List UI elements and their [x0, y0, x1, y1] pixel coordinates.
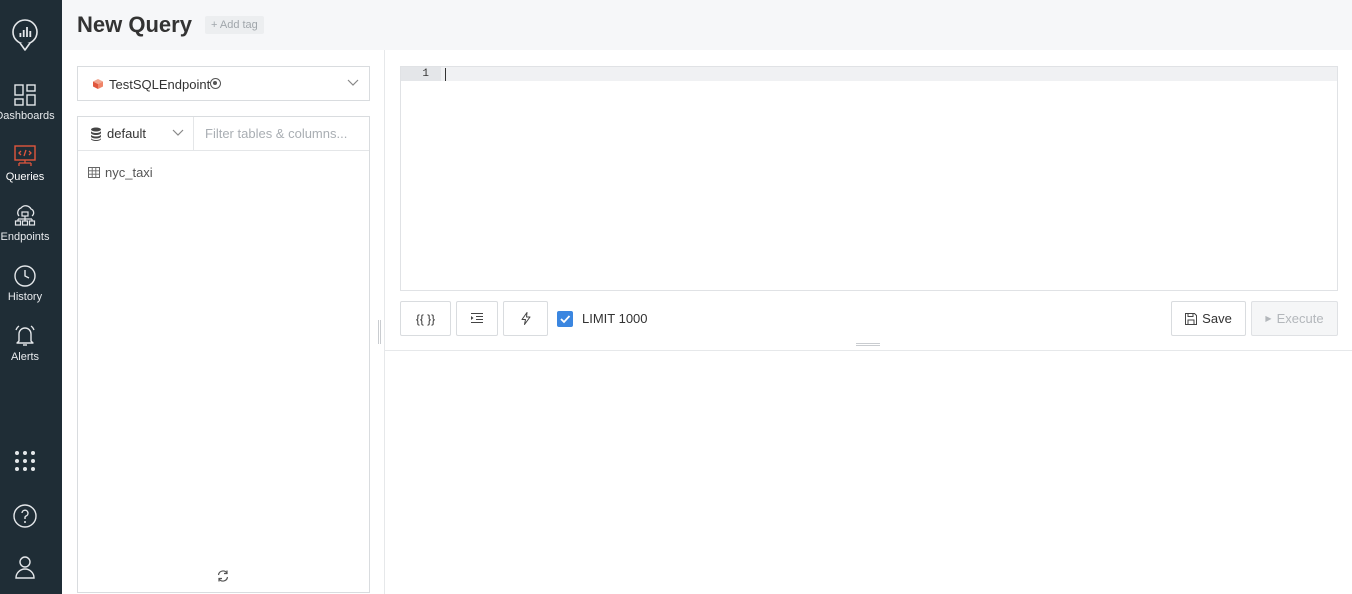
add-parameter-button[interactable]: {{ }} — [400, 301, 451, 336]
checkmark-icon — [560, 315, 571, 324]
endpoint-status-icon — [210, 78, 221, 89]
table-name: nyc_taxi — [105, 165, 153, 180]
endpoints-icon — [14, 205, 36, 226]
sql-editor[interactable]: 1 — [400, 66, 1338, 291]
save-icon — [1185, 312, 1198, 325]
save-label: Save — [1202, 311, 1232, 326]
database-name: default — [107, 126, 147, 141]
apps-grid-icon[interactable] — [12, 448, 38, 474]
user-icon[interactable] — [12, 554, 38, 580]
indent-icon — [471, 313, 483, 323]
endpoint-cube-icon — [93, 79, 103, 89]
autocomplete-toggle-button[interactable] — [503, 301, 548, 336]
endpoint-name: TestSQLEndpoint — [109, 77, 211, 92]
format-query-button[interactable] — [456, 301, 498, 336]
execute-button[interactable]: ▶ Execute — [1251, 301, 1338, 336]
chevron-down-icon — [347, 79, 359, 86]
results-divider — [385, 350, 1352, 351]
app-logo-icon[interactable] — [10, 17, 40, 53]
sidebar-item-label: Dashboards — [0, 110, 55, 122]
table-icon — [88, 167, 100, 178]
schema-browser: default nyc_taxi — [77, 116, 370, 593]
sidebar-item-label: Queries — [5, 171, 45, 183]
execute-label: Execute — [1276, 311, 1324, 326]
page-title[interactable]: New Query — [77, 12, 192, 38]
editor-cursor — [445, 68, 446, 81]
alerts-icon — [15, 325, 35, 346]
database-icon — [91, 127, 101, 141]
chevron-down-icon — [172, 129, 184, 136]
panel-resize-handle[interactable] — [378, 320, 381, 344]
sidebar-item-history[interactable]: History — [0, 264, 50, 303]
limit-label[interactable]: LIMIT 1000 — [582, 311, 648, 326]
limit-checkbox[interactable] — [557, 311, 573, 327]
sidebar-item-label: History — [7, 291, 43, 303]
help-icon[interactable] — [12, 503, 38, 529]
sidebar-item-label: Alerts — [10, 351, 40, 363]
database-select[interactable]: default — [78, 117, 194, 151]
sidebar-item-dashboards[interactable]: Dashboards — [0, 83, 55, 122]
lightning-icon — [521, 312, 530, 325]
sidebar-item-alerts[interactable]: Alerts — [0, 324, 50, 363]
sidebar-item-endpoints[interactable]: Endpoints — [0, 204, 50, 243]
add-tag-button[interactable]: + Add tag — [205, 16, 264, 34]
save-button[interactable]: Save — [1171, 301, 1246, 336]
line-number: 1 — [401, 67, 441, 81]
queries-icon — [14, 145, 36, 166]
query-editor-panel: 1 {{ }} LIMIT 1000 Save ▶ Execute — [385, 50, 1352, 594]
sidebar-item-label: Endpoints — [0, 231, 50, 243]
endpoint-select[interactable]: TestSQLEndpoint — [77, 66, 370, 101]
play-icon: ▶ — [1265, 314, 1272, 323]
dashboards-icon — [14, 84, 36, 106]
filter-tables-input[interactable] — [195, 117, 369, 150]
editor-active-line — [401, 67, 1337, 81]
page-header: New Query + Add tag — [62, 0, 1352, 50]
history-icon — [14, 265, 36, 287]
schema-toolbar: default — [78, 117, 369, 151]
results-resize-handle[interactable] — [856, 343, 880, 346]
sidebar: Dashboards Queries Endpoints History Ale… — [0, 0, 62, 594]
schema-panel: TestSQLEndpoint default Filter tables & … — [62, 50, 385, 594]
sidebar-item-queries[interactable]: Queries — [0, 144, 50, 183]
refresh-icon[interactable] — [216, 569, 230, 583]
